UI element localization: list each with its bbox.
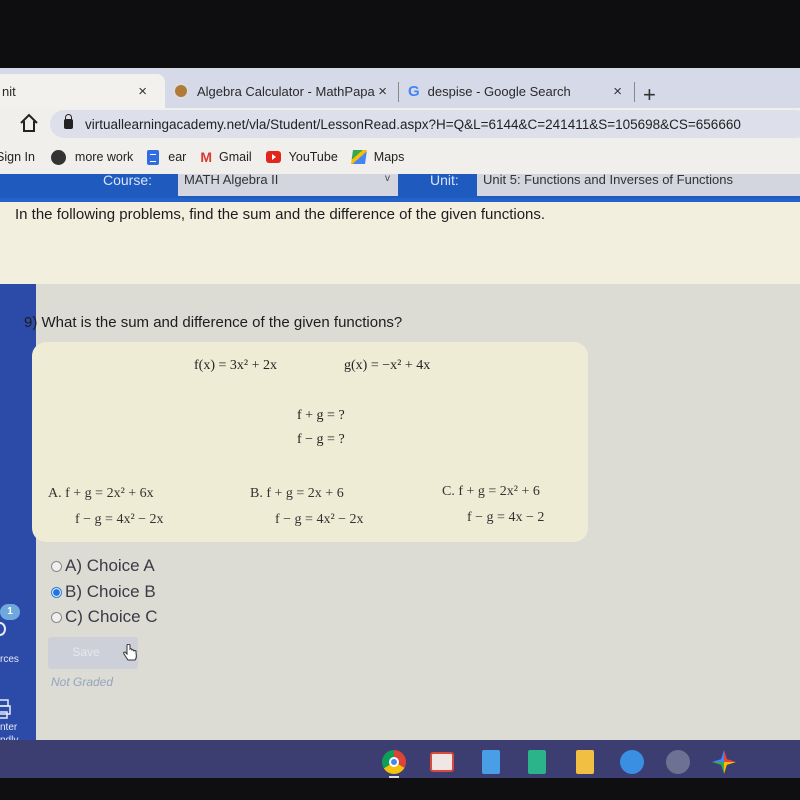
tab-close-icon[interactable]: × <box>613 83 622 100</box>
maps-icon <box>350 150 367 164</box>
question-prompt: 9) What is the sum and difference of the… <box>24 314 403 331</box>
radio-button[interactable] <box>51 560 62 572</box>
choice-b[interactable]: B) Choice B <box>51 582 156 602</box>
function-f: f(x) = 3x² + 2x <box>194 358 277 373</box>
option-c-difference: f − g = 4x − 2 <box>467 510 545 525</box>
lock-icon <box>64 114 73 129</box>
option-a-sum: A. f + g = 2x² + 6x <box>48 486 154 502</box>
bookmark-label: Gmail <box>219 150 252 164</box>
sheets-icon[interactable] <box>528 750 546 774</box>
files-icon[interactable] <box>620 750 644 774</box>
tab-close-icon[interactable]: × <box>378 83 387 100</box>
bookmark-maps[interactable]: Maps <box>350 150 405 164</box>
tab-title: Algebra Calculator - MathPapa <box>197 83 375 99</box>
sum-prompt: f + g = ? <box>297 408 345 423</box>
instructions-text: In the following problems, find the sum … <box>15 206 546 223</box>
radio-button-selected[interactable] <box>51 586 62 598</box>
resources-count-badge: 1 <box>0 604 20 620</box>
bookmark-label: more work <box>74 150 134 164</box>
option-letter: C. <box>442 484 455 499</box>
option-letter: B. <box>250 486 263 501</box>
screen-bezel-bottom <box>0 778 800 800</box>
url-text[interactable]: virtuallearningacademy.net/vla/Student/L… <box>85 117 741 132</box>
choice-c[interactable]: C) Choice C <box>51 607 158 627</box>
tab-divider <box>398 82 399 102</box>
difference-prompt: f − g = ? <box>297 432 345 447</box>
tab-mathpapa[interactable]: Algebra Calculator - MathPapa × <box>165 74 395 108</box>
tab-title: despise - Google Search <box>427 83 571 99</box>
function-g: g(x) = −x² + 4x <box>344 358 431 373</box>
printer-friendly-label-1[interactable]: nter <box>0 722 17 733</box>
choice-label: B) Choice B <box>65 582 156 601</box>
option-a-difference: f − g = 4x² − 2x <box>75 512 164 527</box>
option-sum-text: f + g = 2x + 6 <box>266 486 344 501</box>
hand-cursor-icon <box>123 644 137 661</box>
gmail-icon: M <box>200 149 213 165</box>
tab-divider <box>634 82 635 102</box>
screen-bezel-top <box>0 0 800 68</box>
camera-icon[interactable] <box>666 750 690 774</box>
globe-icon <box>50 149 66 165</box>
bookmark-gmail[interactable]: M Gmail <box>200 149 251 165</box>
tab-google-search[interactable]: G despise - Google Search × <box>402 74 632 108</box>
new-tab-button[interactable]: + <box>643 82 656 108</box>
option-letter: A. <box>48 486 62 501</box>
resources-label[interactable]: rces <box>0 654 19 665</box>
unit-label: Unit: <box>430 174 459 188</box>
option-sum-text: f + g = 2x² + 6 <box>458 484 540 499</box>
choice-a[interactable]: A) Choice A <box>51 556 155 576</box>
tab-close-icon[interactable]: × <box>138 83 147 100</box>
unit-select-value: Unit 5: Functions and Inverses of Functi… <box>483 174 734 187</box>
bookmark-label: Maps <box>373 150 405 164</box>
tab-strip: nit × Algebra Calculator - MathPapa × G … <box>0 68 800 108</box>
mathpapa-favicon-icon <box>173 83 189 99</box>
gmail-icon[interactable] <box>430 752 454 772</box>
bookmark-label: YouTube <box>288 150 338 164</box>
bookmark-ear[interactable]: ear <box>147 149 187 165</box>
option-sum-text: f + g = 2x² + 6x <box>65 486 154 501</box>
chevron-down-icon: v <box>385 174 390 184</box>
home-icon[interactable] <box>18 112 40 134</box>
bookmark-youtube[interactable]: YouTube <box>265 150 338 164</box>
radio-button[interactable] <box>51 611 62 623</box>
choice-label: C) Choice C <box>65 607 158 626</box>
course-select[interactable]: MATH Algebra II v <box>178 174 398 196</box>
docs-icon[interactable] <box>482 750 500 774</box>
slides-icon[interactable] <box>576 750 594 774</box>
unit-select[interactable]: Unit 5: Functions and Inverses of Functi… <box>477 174 800 196</box>
instructions-section: In the following problems, find the sum … <box>0 202 800 284</box>
bookmark-label: ear <box>168 150 187 164</box>
youtube-icon <box>265 151 281 163</box>
bookmarks-bar: Sign In more work ear M Gmail YouTube Ma… <box>0 140 800 174</box>
choice-label: A) Choice A <box>65 556 155 575</box>
left-sidebar <box>0 284 36 740</box>
option-b-difference: f − g = 4x² − 2x <box>275 512 364 527</box>
tab-title: nit <box>2 83 16 99</box>
chrome-icon[interactable] <box>382 750 406 774</box>
course-label: Course: <box>103 174 153 188</box>
bookmark-more-work[interactable]: more work <box>50 149 134 165</box>
bookmark-sign-in[interactable]: Sign In <box>0 150 35 164</box>
google-favicon-icon: G <box>408 82 420 100</box>
option-b-sum: B. f + g = 2x + 6 <box>250 486 344 502</box>
tab-current[interactable]: nit × <box>0 74 165 108</box>
option-c-sum: C. f + g = 2x² + 6 <box>442 484 540 500</box>
course-header: Course: MATH Algebra II v Unit: Unit 5: … <box>0 174 800 198</box>
docs-icon <box>147 149 160 165</box>
course-select-value: MATH Algebra II <box>184 174 279 187</box>
printer-icon[interactable] <box>0 698 12 720</box>
browser-toolbar: virtuallearningacademy.net/vla/Student/L… <box>0 108 800 140</box>
grade-status: Not Graded <box>51 675 114 689</box>
address-bar[interactable]: virtuallearningacademy.net/vla/Student/L… <box>50 110 800 138</box>
bookmark-label: Sign In <box>0 150 35 164</box>
